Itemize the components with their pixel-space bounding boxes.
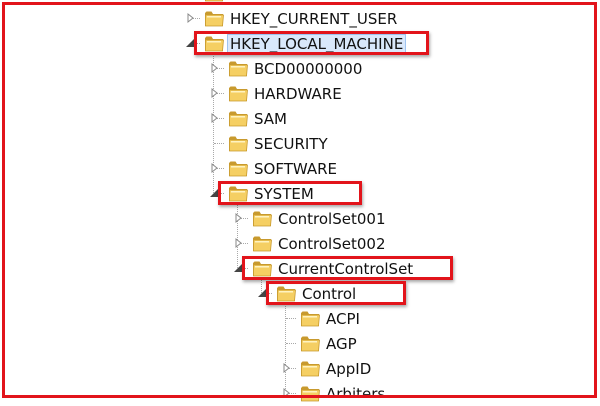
folder-icon xyxy=(204,34,225,53)
tree-node-hkey-current-user[interactable]: HKEY_CURRENT_USER xyxy=(0,6,600,31)
tree-node-label: AppID xyxy=(326,360,372,378)
folder-icon xyxy=(252,234,273,253)
tree-node-label: SOFTWARE xyxy=(254,160,338,178)
tree-node-label: AGP xyxy=(326,335,357,353)
tree-node-label: HKEY_CLASSES_ROOT xyxy=(228,0,397,3)
tree-node-label: HKEY_LOCAL_MACHINE xyxy=(226,34,407,54)
registry-tree: HKEY_CLASSES_ROOT HKEY_CURRENT_USER HKEY_L… xyxy=(0,0,600,402)
folder-icon xyxy=(300,309,321,328)
expand-arrow-icon[interactable] xyxy=(184,12,196,24)
tree-node-appid[interactable]: AppID xyxy=(0,356,600,381)
expand-arrow-icon[interactable] xyxy=(208,62,220,74)
tree-node-label: Control xyxy=(302,285,357,303)
tree-node-control[interactable]: Control xyxy=(0,281,600,306)
folder-icon xyxy=(300,384,321,403)
collapse-arrow-icon[interactable] xyxy=(232,262,244,274)
folder-icon xyxy=(300,359,321,378)
tree-node-acpi[interactable]: ACPI xyxy=(0,306,600,331)
tree-node-label: SAM xyxy=(254,110,288,128)
tree-node-controlset002[interactable]: ControlSet002 xyxy=(0,231,600,256)
tree-branch-line xyxy=(286,343,296,344)
tree-node-bcd00000000[interactable]: BCD00000000 xyxy=(0,56,600,81)
tree-node-sam[interactable]: SAM xyxy=(0,106,600,131)
collapse-arrow-icon[interactable] xyxy=(256,287,268,299)
tree-node-arbiters[interactable]: Arbiters xyxy=(0,381,600,406)
folder-icon xyxy=(228,59,249,78)
expand-arrow-icon[interactable] xyxy=(232,237,244,249)
collapse-arrow-icon[interactable] xyxy=(208,187,220,199)
tree-node-agp[interactable]: AGP xyxy=(0,331,600,356)
folder-icon xyxy=(228,109,249,128)
folder-icon xyxy=(276,284,297,303)
expand-arrow-icon[interactable] xyxy=(280,362,292,374)
tree-node-hardware[interactable]: HARDWARE xyxy=(0,81,600,106)
tree-node-currentcontrolset[interactable]: CurrentControlSet xyxy=(0,256,600,281)
tree-node-label: SYSTEM xyxy=(254,185,314,203)
tree-node-label: SECURITY xyxy=(254,135,328,153)
expand-arrow-icon[interactable] xyxy=(280,387,292,399)
tree-node-label: ControlSet001 xyxy=(278,210,386,228)
tree-node-security[interactable]: SECURITY xyxy=(0,131,600,156)
folder-icon xyxy=(228,184,249,203)
tree-node-label: BCD00000000 xyxy=(254,60,363,78)
expand-arrow-icon[interactable] xyxy=(208,162,220,174)
expand-arrow-icon[interactable] xyxy=(208,87,220,99)
tree-node-label: ControlSet002 xyxy=(278,235,386,253)
tree-node-label: HKEY_CURRENT_USER xyxy=(230,10,398,28)
folder-icon xyxy=(228,134,249,153)
tree-node-system[interactable]: SYSTEM xyxy=(0,181,600,206)
folder-icon xyxy=(228,159,249,178)
collapse-arrow-icon[interactable] xyxy=(184,37,196,49)
folder-icon xyxy=(252,259,273,278)
tree-branch-line xyxy=(214,143,224,144)
folder-icon xyxy=(204,9,225,28)
tree-node-software[interactable]: SOFTWARE xyxy=(0,156,600,181)
tree-node-hkey-local-machine[interactable]: HKEY_LOCAL_MACHINE xyxy=(0,31,600,56)
tree-node-label: HARDWARE xyxy=(254,85,342,103)
expand-arrow-icon[interactable] xyxy=(232,212,244,224)
tree-node-label: CurrentControlSet xyxy=(278,260,414,278)
folder-icon xyxy=(204,0,225,3)
expand-arrow-icon[interactable] xyxy=(208,112,220,124)
folder-icon xyxy=(300,334,321,353)
folder-icon xyxy=(252,209,273,228)
tree-node-label: ACPI xyxy=(326,310,360,328)
tree-branch-line xyxy=(286,318,296,319)
tree-node-controlset001[interactable]: ControlSet001 xyxy=(0,206,600,231)
tree-node-label: Arbiters xyxy=(326,385,386,403)
folder-icon xyxy=(228,84,249,103)
